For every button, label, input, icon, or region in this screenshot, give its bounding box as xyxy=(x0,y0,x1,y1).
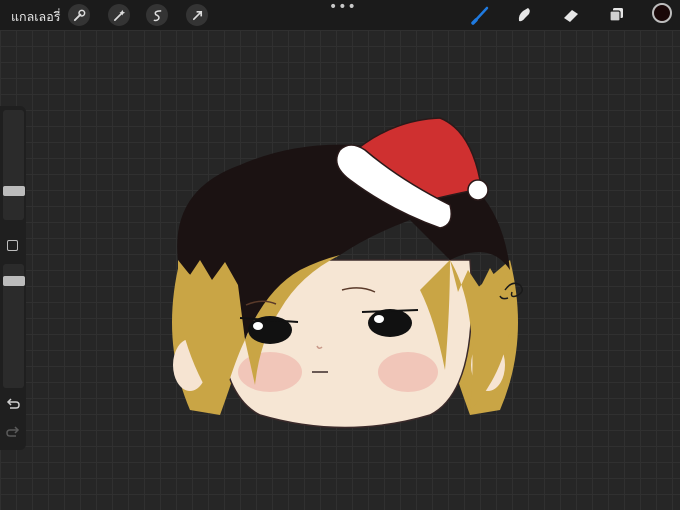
color-picker-button[interactable] xyxy=(652,3,672,23)
brush-size-slider[interactable] xyxy=(3,110,24,220)
more-options-handle[interactable]: ••• xyxy=(329,0,357,14)
opacity-thumb[interactable] xyxy=(3,276,25,286)
magic-wand-icon xyxy=(113,9,125,21)
adjustments-button[interactable] xyxy=(108,4,130,26)
undo-icon[interactable] xyxy=(6,398,20,410)
selection-button[interactable] xyxy=(146,4,168,26)
redo-icon[interactable] xyxy=(6,426,20,438)
top-toolbar: แกลเลอรี่ ••• xyxy=(0,0,680,30)
brush-icon xyxy=(471,6,489,25)
artwork-chibi-santa xyxy=(172,117,523,429)
eraser-tool-button[interactable] xyxy=(560,4,582,26)
brush-size-thumb[interactable] xyxy=(3,186,25,196)
left-sidebar xyxy=(0,106,26,450)
eraser-icon xyxy=(564,10,578,22)
actions-button[interactable] xyxy=(68,4,90,26)
brush-tool-button[interactable] xyxy=(470,4,492,26)
smudge-icon xyxy=(518,8,530,22)
transform-arrow-icon xyxy=(192,10,202,20)
gallery-button[interactable]: แกลเลอรี่ xyxy=(11,7,60,27)
transform-button[interactable] xyxy=(186,4,208,26)
modify-button[interactable] xyxy=(7,240,18,251)
drawing-canvas[interactable] xyxy=(0,30,680,510)
selection-icon xyxy=(153,9,161,21)
layers-icon xyxy=(609,8,623,22)
wrench-icon xyxy=(73,9,85,21)
layers-button[interactable] xyxy=(606,4,628,26)
smudge-tool-button[interactable] xyxy=(513,4,535,26)
